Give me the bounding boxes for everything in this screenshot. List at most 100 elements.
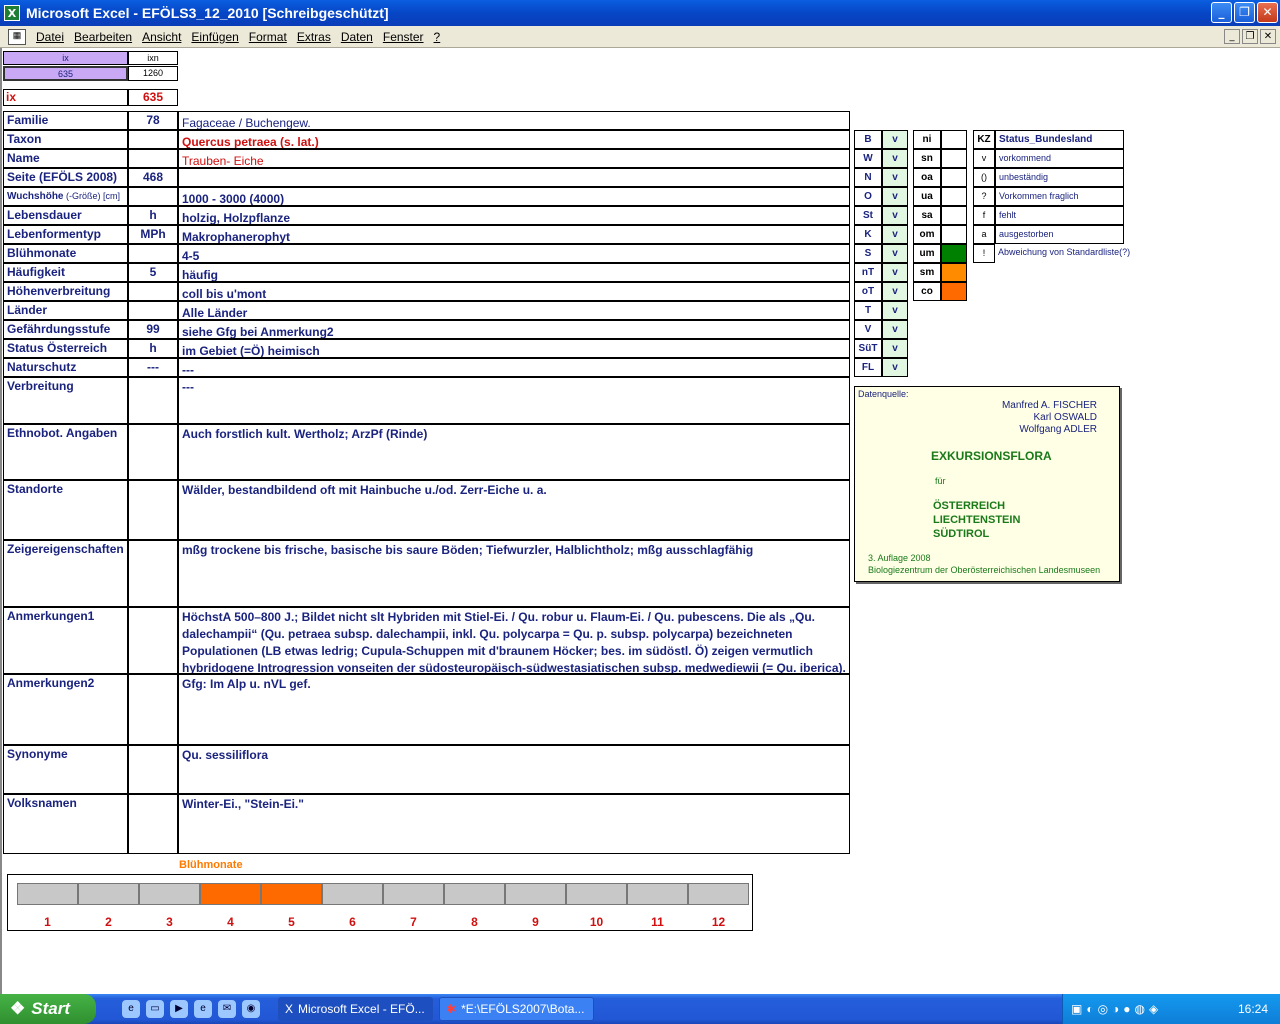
zone-code[interactable]: ni [913, 130, 941, 149]
row-value[interactable]: coll bis u'mont [178, 282, 850, 301]
text-row-blank[interactable] [128, 377, 178, 424]
row-number[interactable] [128, 282, 178, 301]
text-row-blank[interactable] [128, 480, 178, 540]
row-number[interactable]: MPh [128, 225, 178, 244]
row-number[interactable] [128, 301, 178, 320]
zone-color[interactable] [941, 168, 967, 187]
row-value[interactable]: 1000 - 3000 (4000) [178, 187, 850, 206]
state-value[interactable]: v [882, 282, 908, 301]
row-number[interactable]: --- [128, 358, 178, 377]
row-number[interactable]: 468 [128, 168, 178, 187]
ixn-header[interactable]: ixn [128, 51, 178, 65]
state-code[interactable]: nT [854, 263, 882, 282]
row-label[interactable]: Blühmonate [3, 244, 128, 263]
row-number[interactable]: h [128, 206, 178, 225]
text-row-value[interactable]: Gfg: Im Alp u. nVL gef. [178, 674, 850, 745]
row-value[interactable]: siehe Gfg bei Anmerkung2 [178, 320, 850, 339]
row-label[interactable]: Gefährdungsstufe [3, 320, 128, 339]
start-button[interactable]: ❖ Start [0, 994, 96, 1024]
text-row-value[interactable]: Winter-Ei., "Stein-Ei." [178, 794, 850, 854]
menu-help[interactable]: ? [434, 30, 441, 44]
worksheet[interactable]: ix ixn 635 1260 ix 635 Familie 78 Fagaceae… [0, 48, 1280, 994]
zone-color[interactable] [941, 130, 967, 149]
row-number[interactable]: 78 [128, 111, 178, 130]
text-row-label[interactable]: Verbreitung [3, 377, 128, 424]
doc-restore-button[interactable]: ❐ [1242, 29, 1258, 44]
state-code[interactable]: V [854, 320, 882, 339]
row-number[interactable]: 99 [128, 320, 178, 339]
text-row-blank[interactable] [128, 745, 178, 794]
row-number[interactable]: h [128, 339, 178, 358]
zone-code[interactable]: sa [913, 206, 941, 225]
row-number[interactable] [128, 187, 178, 206]
excel-icon[interactable]: X [4, 5, 20, 21]
quicklaunch-firefox-icon[interactable]: ◉ [242, 1000, 260, 1018]
state-value[interactable]: v [882, 263, 908, 282]
row-label[interactable]: Länder [3, 301, 128, 320]
state-value[interactable]: v [882, 339, 908, 358]
row-label[interactable]: Häufigkeit [3, 263, 128, 282]
row-number[interactable] [128, 130, 178, 149]
row-label[interactable]: Taxon [3, 130, 128, 149]
row-label[interactable]: Name [3, 149, 128, 168]
row-value[interactable]: häufig [178, 263, 850, 282]
row-label[interactable]: Seite (EFÖLS 2008) [3, 168, 128, 187]
zone-code[interactable]: co [913, 282, 941, 301]
state-code[interactable]: FL [854, 358, 882, 377]
zone-code[interactable]: um [913, 244, 941, 263]
row-label[interactable]: Höhenverbreitung [3, 282, 128, 301]
text-row-blank[interactable] [128, 674, 178, 745]
quicklaunch-outlook-icon[interactable]: ✉ [218, 1000, 236, 1018]
menu-datei[interactable]: Datei [36, 30, 64, 44]
state-code[interactable]: St [854, 206, 882, 225]
row-number[interactable]: 5 [128, 263, 178, 282]
ix-big-value-cell[interactable]: 635 [128, 89, 178, 106]
zone-code[interactable]: sm [913, 263, 941, 282]
menu-ansicht[interactable]: Ansicht [142, 30, 181, 44]
state-code[interactable]: B [854, 130, 882, 149]
menu-extras[interactable]: Extras [297, 30, 331, 44]
quicklaunch-ie-icon[interactable]: e [122, 1000, 140, 1018]
zone-code[interactable]: ua [913, 187, 941, 206]
row-value[interactable]: Alle Länder [178, 301, 850, 320]
state-value[interactable]: v [882, 187, 908, 206]
text-row-value[interactable]: HöchstA 500–800 J.; Bildet nicht slt Hyb… [178, 607, 850, 674]
ixn-value-cell[interactable]: 1260 [128, 66, 178, 81]
row-number[interactable] [128, 149, 178, 168]
row-value[interactable]: --- [178, 358, 850, 377]
row-label[interactable]: Wuchshöhe (-Größe) [cm] [3, 187, 128, 206]
tray-icons[interactable]: ▣◐◎◑●◍◈ [1063, 1002, 1162, 1016]
row-value[interactable]: Makrophanerophyt [178, 225, 850, 244]
text-row-value[interactable]: --- [178, 377, 850, 424]
quicklaunch-desktop-icon[interactable]: ▭ [146, 1000, 164, 1018]
row-number[interactable] [128, 244, 178, 263]
zone-color[interactable] [941, 149, 967, 168]
text-row-label[interactable]: Volksnamen [3, 794, 128, 854]
zone-code[interactable]: om [913, 225, 941, 244]
row-value[interactable]: holzig, Holzpflanze [178, 206, 850, 225]
zone-color[interactable] [941, 225, 967, 244]
row-label[interactable]: Naturschutz [3, 358, 128, 377]
row-label[interactable]: Lebenformentyp [3, 225, 128, 244]
text-row-value[interactable]: Auch forstlich kult. Wertholz; ArzPf (Ri… [178, 424, 850, 480]
task-excel[interactable]: X Microsoft Excel - EFÖ... [278, 997, 433, 1021]
state-code[interactable]: K [854, 225, 882, 244]
state-value[interactable]: v [882, 130, 908, 149]
text-row-value[interactable]: mßg trockene bis frische, basische bis s… [178, 540, 850, 607]
text-row-label[interactable]: Synonyme [3, 745, 128, 794]
state-code[interactable]: T [854, 301, 882, 320]
state-code[interactable]: S [854, 244, 882, 263]
text-row-label[interactable]: Anmerkungen1 [3, 607, 128, 674]
document-icon[interactable]: ▦ [8, 28, 26, 45]
zone-color[interactable] [941, 263, 967, 282]
state-code[interactable]: N [854, 168, 882, 187]
clock[interactable]: 16:24 [1238, 1002, 1268, 1016]
menu-fenster[interactable]: Fenster [383, 30, 424, 44]
state-value[interactable]: v [882, 301, 908, 320]
zone-color[interactable] [941, 187, 967, 206]
zone-code[interactable]: oa [913, 168, 941, 187]
doc-close-button[interactable]: ✕ [1260, 29, 1276, 44]
text-row-label[interactable]: Zeigereigenschaften [3, 540, 128, 607]
state-code[interactable]: oT [854, 282, 882, 301]
text-row-value[interactable]: Wälder, bestandbildend oft mit Hainbuche… [178, 480, 850, 540]
